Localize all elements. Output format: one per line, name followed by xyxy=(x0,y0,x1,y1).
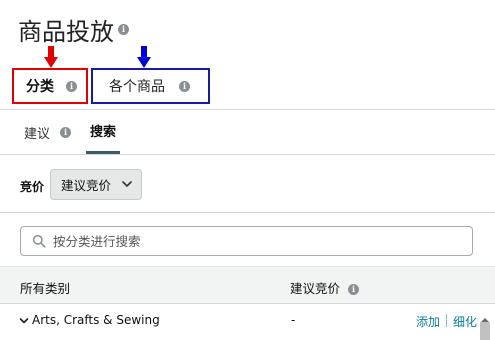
info-icon[interactable] xyxy=(179,80,190,92)
table-header: 所有类别 建议竞价 xyxy=(0,266,495,304)
category-name: Arts, Crafts & Sewing xyxy=(32,313,160,327)
bid-strategy-value: 建议竞价 xyxy=(61,178,112,193)
tab-suggested-label: 建议 xyxy=(24,126,51,142)
page-title-text: 商品投放 xyxy=(18,18,114,46)
table-row: Arts, Crafts & Sewing - 添加 细化 xyxy=(0,304,495,340)
column-header-all-categories: 所有类别 xyxy=(20,281,71,296)
tab-individual-products[interactable]: 各个商品 xyxy=(91,68,210,104)
tab-categories-label: 分类 xyxy=(26,79,54,95)
chevron-down-icon xyxy=(122,181,132,187)
tab-search[interactable]: 搜索 xyxy=(86,110,121,154)
add-category-link[interactable]: 添加 xyxy=(416,313,440,330)
vertical-scrollbar[interactable] xyxy=(479,318,491,340)
tab-individual-products-label: 各个商品 xyxy=(109,79,165,95)
primary-tabs: 分类 各个商品 xyxy=(0,66,495,110)
bid-row: 竞价 建议竞价 xyxy=(0,155,495,213)
refine-category-link[interactable]: 细化 xyxy=(453,313,477,330)
info-icon[interactable] xyxy=(60,126,72,138)
info-icon[interactable] xyxy=(66,80,77,92)
link-divider xyxy=(446,314,447,327)
secondary-tabs: 建议 搜索 xyxy=(0,110,495,155)
page-title: 商品投放 xyxy=(18,12,129,47)
tab-categories[interactable]: 分类 xyxy=(12,68,88,104)
category-search-box[interactable] xyxy=(20,226,473,256)
category-search-input[interactable] xyxy=(53,231,463,251)
search-icon xyxy=(32,234,46,248)
tab-search-label: 搜索 xyxy=(90,125,117,140)
column-header-suggested-bid-label: 建议竞价 xyxy=(290,281,341,296)
scrollbar-thumb[interactable] xyxy=(480,322,490,340)
bid-label: 竞价 xyxy=(20,180,45,194)
column-header-suggested-bid: 建议竞价 xyxy=(290,278,359,297)
info-icon[interactable] xyxy=(348,284,359,295)
chevron-down-icon[interactable] xyxy=(19,317,29,325)
info-icon[interactable] xyxy=(118,24,129,35)
tab-suggested[interactable]: 建议 xyxy=(24,110,72,154)
bid-strategy-dropdown[interactable]: 建议竞价 xyxy=(50,169,142,200)
category-suggested-bid: - xyxy=(291,313,296,327)
